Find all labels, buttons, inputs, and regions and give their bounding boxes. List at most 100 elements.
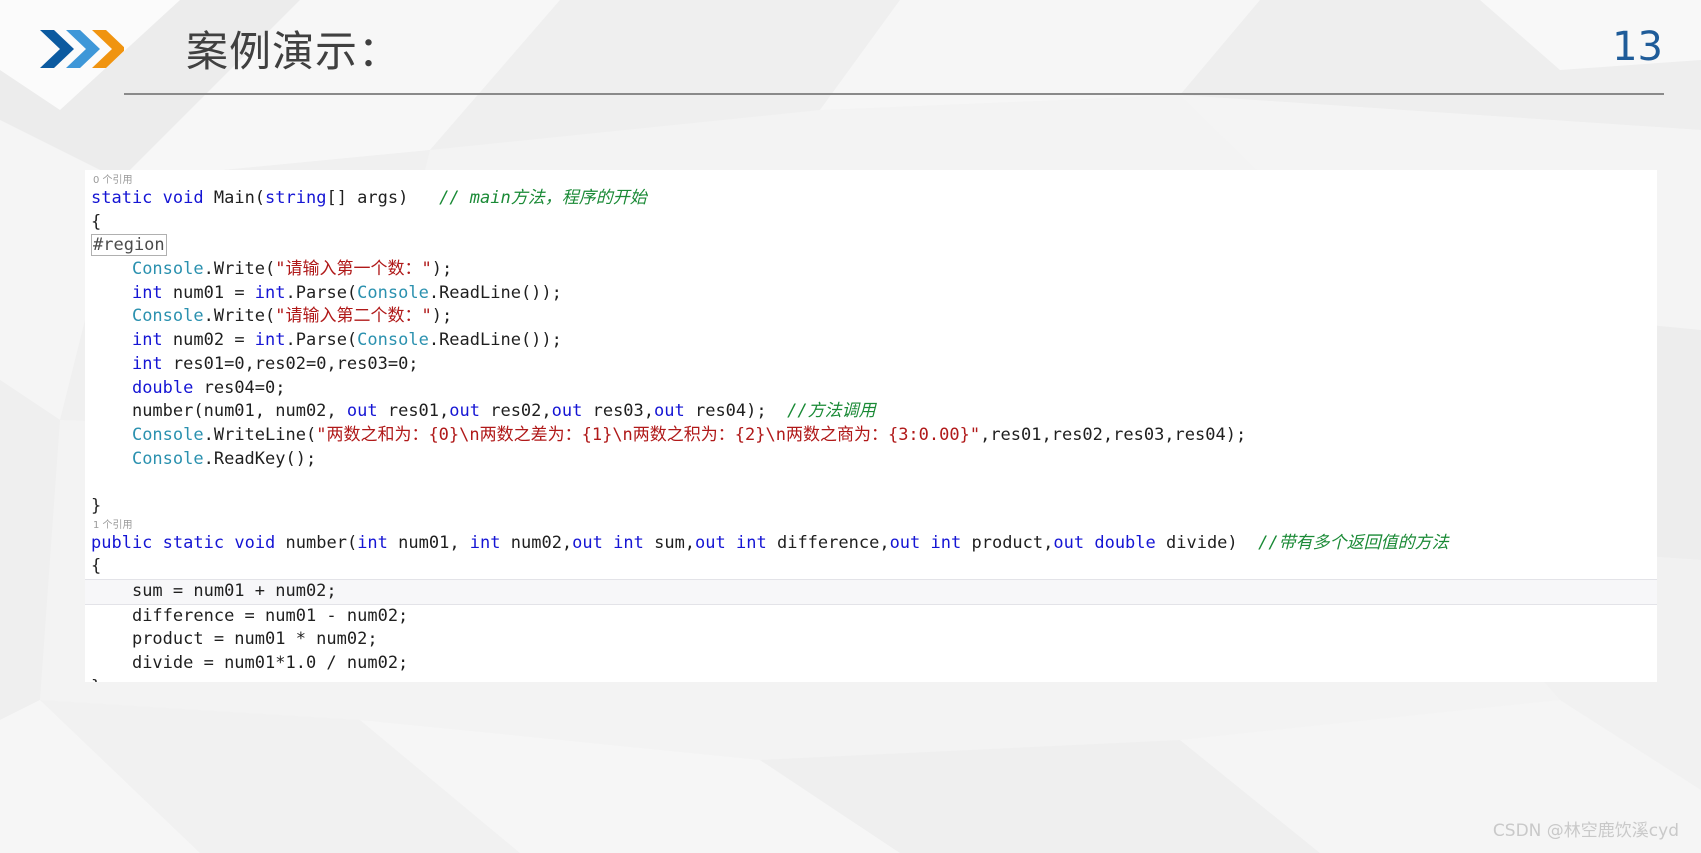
code-token-typ: Console [131, 424, 204, 445]
code-line[interactable]: product = num01 * num02; [85, 628, 1657, 652]
code-line[interactable]: } [85, 676, 1657, 682]
code-token-typ: Console [131, 259, 204, 280]
code-token-pln: ); [431, 306, 453, 327]
code-token-pln: number(num01, num02, [131, 401, 347, 422]
code-line[interactable]: static void Main(string[] args) // main方… [85, 187, 1657, 211]
code-token-pln: product, [961, 532, 1054, 553]
slide-header: 案例演示： 13 [0, 0, 1701, 108]
code-token-kw: int [131, 282, 163, 303]
code-body[interactable]: 0 个引用 static void Main(string[] args) // … [85, 174, 1657, 682]
code-token-kw: int [736, 532, 767, 553]
code-line[interactable]: int num01 = int.Parse(Console.ReadLine()… [85, 282, 1657, 306]
code-token-pln [152, 188, 162, 208]
code-token-pln: .ReadLine()); [428, 282, 562, 303]
code-token-pln: { [91, 556, 102, 577]
code-token-pln: .ReadKey(); [203, 448, 317, 469]
code-token-kw: int [357, 532, 388, 553]
code-token-pln: divide = num01*1.0 / num02; [131, 653, 409, 674]
slide-page-number: 13 [1612, 24, 1663, 70]
title-divider [124, 93, 1664, 95]
code-panel[interactable]: 0 个引用 static void Main(string[] args) // … [85, 170, 1657, 682]
code-token-kw: out [551, 401, 583, 422]
code-line[interactable]: Console.Write("请输入第二个数："); [85, 305, 1657, 329]
code-line[interactable]: #region [85, 234, 1657, 258]
code-token-pln: } [91, 677, 101, 682]
code-token-pln: .Parse( [285, 282, 358, 303]
code-token-kw: double [1094, 532, 1156, 553]
code-token-pln: [] args) [326, 188, 409, 208]
triple-chevron-icon [38, 26, 126, 72]
code-token-str: "请输入第一个数：" [275, 259, 432, 280]
code-line[interactable]: difference = num01 - num02; [85, 605, 1657, 629]
code-token-kw: int [254, 330, 286, 351]
code-token-pln [1084, 533, 1094, 553]
code-token-pln [408, 188, 439, 208]
code-token-str: "请输入第二个数：" [275, 306, 432, 327]
code-line[interactable]: { [85, 211, 1657, 235]
codelens-reference-mid[interactable]: 1 个引用 [85, 519, 1657, 532]
code-token-kw: out [889, 532, 921, 553]
code-token-pln: } [91, 495, 102, 516]
region-directive[interactable]: #region [91, 234, 167, 257]
code-line[interactable]: Console.WriteLine("两数之和为：{0}\n两数之差为：{1}\… [85, 424, 1657, 448]
code-token-kw: void [162, 188, 204, 208]
code-line[interactable]: Console.ReadKey(); [85, 448, 1657, 472]
code-line[interactable]: number(num01, num02, out res01,out res02… [85, 400, 1657, 424]
code-line[interactable] [85, 471, 1657, 495]
code-token-kw: static [91, 188, 153, 208]
csdn-watermark: CSDN @林空鹿饮溪cyd [1492, 821, 1679, 841]
code-line[interactable]: double res04=0; [85, 377, 1657, 401]
code-token-pln: ,res01,res02,res03,res04); [980, 424, 1247, 445]
code-token-pln: Main( [203, 188, 266, 208]
code-token-kw: double [131, 377, 194, 398]
code-token-kw: int [930, 532, 962, 553]
code-token-pln: .Write( [203, 259, 276, 280]
code-line[interactable]: } [85, 495, 1657, 519]
code-token-typ: Console [357, 282, 429, 303]
code-token-kw: out [695, 532, 726, 553]
code-token-pln: sum = num01 + num02; [131, 581, 337, 601]
code-token-kw: int [131, 330, 163, 351]
code-token-pln: res01=0,res02=0,res03=0; [162, 353, 419, 374]
code-line[interactable]: sum = num01 + num02; [85, 580, 1657, 604]
code-token-pln: number( [275, 532, 358, 553]
code-token-kw: string [265, 188, 327, 208]
code-token-kw: int [613, 532, 644, 553]
code-token-pln: difference, [766, 532, 890, 553]
code-line[interactable]: { [85, 555, 1657, 579]
code-token-cmt: //方法调用 [787, 401, 876, 422]
code-line[interactable]: Console.Write("请输入第一个数："); [85, 258, 1657, 282]
code-token-kw: public [91, 532, 153, 553]
code-token-pln [920, 533, 930, 553]
code-token-kw: out [572, 532, 603, 553]
code-token-str: "两数之和为：{0}\n两数之差为：{1}\n两数之积为：{2}\n两数之商为：… [316, 424, 981, 445]
code-token-kw: static [162, 532, 225, 553]
code-token-typ: Console [357, 330, 429, 351]
code-token-pln: .Write( [203, 306, 276, 327]
code-line[interactable]: public static void number(int num01, int… [85, 532, 1657, 556]
code-token-typ: Console [131, 306, 204, 327]
code-token-kw: int [131, 353, 163, 374]
code-token-pln [726, 533, 736, 553]
code-token-kw: int [254, 282, 286, 303]
code-line[interactable]: int res01=0,res02=0,res03=0; [85, 353, 1657, 377]
code-token-pln: res04); [684, 401, 788, 422]
code-token-typ: Console [131, 448, 204, 469]
codelens-reference-top[interactable]: 0 个引用 [85, 174, 1657, 187]
code-token-pln: num02, [500, 532, 573, 553]
code-token-pln: num01 = [162, 282, 255, 303]
code-line[interactable]: divide = num01*1.0 / num02; [85, 652, 1657, 676]
code-line[interactable]: int num02 = int.Parse(Console.ReadLine()… [85, 329, 1657, 353]
code-token-pln: .ReadLine()); [428, 330, 562, 351]
code-token-pln [152, 533, 162, 553]
code-token-pln: num02 = [162, 330, 255, 351]
